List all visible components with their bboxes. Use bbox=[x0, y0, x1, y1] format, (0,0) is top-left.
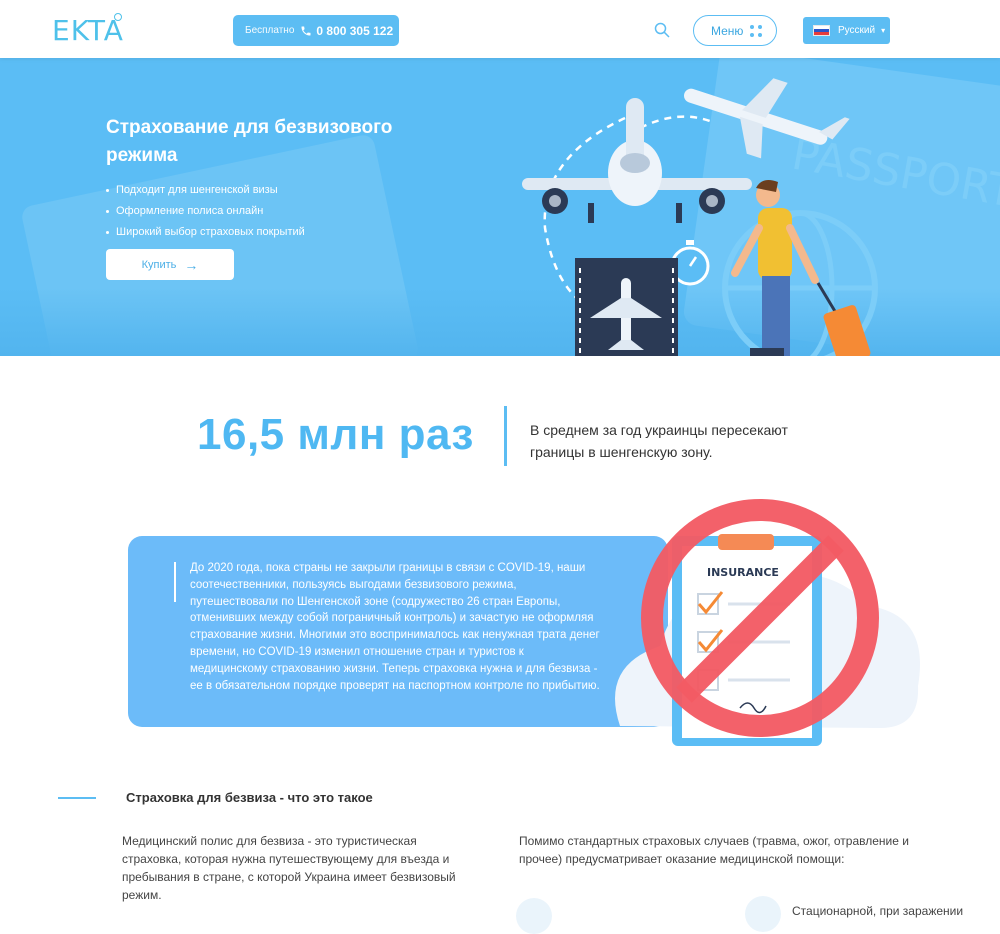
site-header: EKTA Бесплатно 0 800 305 122 Меню Русски… bbox=[0, 0, 1000, 58]
section-column-left: Медицинский полис для безвиза - это тури… bbox=[122, 834, 456, 902]
traveler-figure bbox=[731, 180, 819, 356]
stat-description: В среднем за год украинцы пересекают гра… bbox=[530, 422, 788, 460]
card-accent-bar bbox=[174, 562, 176, 602]
forbidden-insurance-illustration: INSURANCE bbox=[615, 499, 920, 746]
coverage-item-label: Стационарной, при заражении bbox=[792, 904, 964, 918]
phone-icon bbox=[301, 26, 311, 35]
flag-ru-icon bbox=[813, 25, 830, 36]
buy-label: Купить bbox=[141, 258, 177, 271]
hero-feature-item: Оформление полиса онлайн bbox=[106, 201, 305, 222]
logo[interactable]: EKTA bbox=[52, 14, 124, 47]
airplane-icon bbox=[522, 98, 752, 223]
hospital-icon bbox=[745, 896, 781, 932]
section-accent-line bbox=[58, 797, 96, 799]
language-selector[interactable]: Русский ▾ bbox=[803, 17, 890, 44]
buy-button[interactable]: Купить → bbox=[106, 249, 234, 280]
logo-mark bbox=[114, 13, 122, 21]
travel-illustration: PASSPORT bbox=[522, 78, 1000, 356]
hero-feature-list: Подходит для шенгенской визы Оформление … bbox=[106, 180, 305, 243]
phone-number: 0 800 305 122 bbox=[316, 23, 394, 38]
stat-divider bbox=[504, 406, 507, 466]
menu-button[interactable]: Меню bbox=[693, 15, 777, 46]
menu-label: Меню bbox=[711, 23, 744, 38]
search-icon[interactable] bbox=[654, 22, 670, 38]
arrow-right-icon: → bbox=[184, 256, 199, 273]
hero-banner: Страхование для безвизового режима Подхо… bbox=[0, 58, 1000, 356]
hero-feature-item: Подходит для шенгенской визы bbox=[106, 180, 305, 201]
hero-title: Страхование для безвизового режима bbox=[106, 117, 393, 166]
menu-dots-icon bbox=[750, 25, 762, 37]
free-call-button[interactable]: Бесплатно 0 800 305 122 bbox=[233, 15, 399, 46]
free-call-label: Бесплатно bbox=[245, 25, 295, 36]
stat-number: 16,5 млн раз bbox=[197, 410, 474, 459]
language-label: Русский bbox=[838, 25, 876, 36]
medical-icon bbox=[516, 898, 552, 934]
covid-info-text: До 2020 года, пока страны не закрыли гра… bbox=[190, 562, 600, 692]
section-column-right: Помимо стандартных страховых случаев (тр… bbox=[519, 834, 909, 866]
hero-feature-item: Широкий выбор страховых покрытий bbox=[106, 222, 305, 243]
insurance-label: INSURANCE bbox=[707, 566, 779, 579]
section-title: Страховка для безвиза - что это такое bbox=[126, 790, 373, 805]
chevron-down-icon: ▾ bbox=[881, 26, 886, 35]
